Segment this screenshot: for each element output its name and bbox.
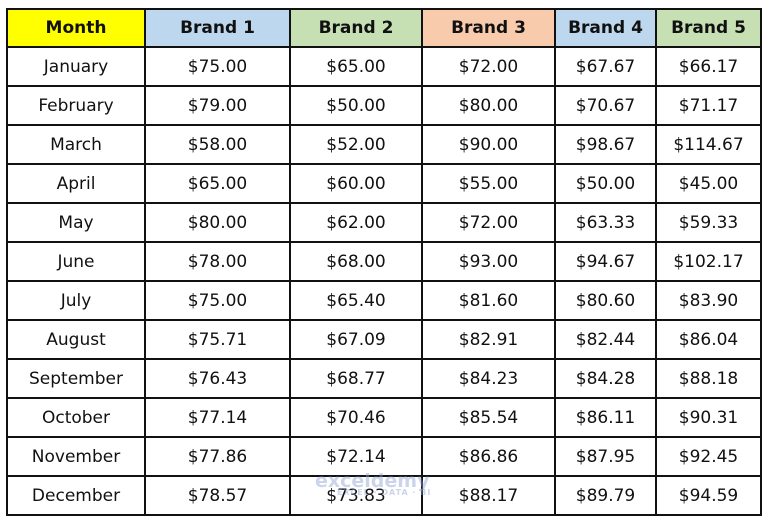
price-cell: $81.60	[421, 280, 556, 321]
month-cell: December	[6, 475, 146, 516]
price-cell: $88.18	[655, 358, 762, 399]
table-row: July $75.00 $65.40 $81.60 $80.60 $83.90	[6, 280, 762, 321]
price-cell: $98.67	[554, 124, 657, 165]
price-cell: $50.00	[289, 85, 423, 126]
header-row: Month Brand 1 Brand 2 Brand 3 Brand 4 Brand 5	[6, 8, 762, 48]
price-cell: $78.57	[144, 475, 291, 516]
price-cell: $75.00	[144, 46, 291, 87]
price-cell: $62.00	[289, 202, 423, 243]
header-brand-3: Brand 3	[421, 8, 556, 48]
month-cell: November	[6, 436, 146, 477]
price-cell: $77.86	[144, 436, 291, 477]
price-cell: $58.00	[144, 124, 291, 165]
price-cell: $94.59	[655, 475, 762, 516]
price-cell: $66.17	[655, 46, 762, 87]
table-row: October $77.14 $70.46 $85.54 $86.11 $90.31	[6, 397, 762, 438]
price-cell: $72.14	[289, 436, 423, 477]
month-cell: June	[6, 241, 146, 282]
price-cell: $77.14	[144, 397, 291, 438]
price-cell: $90.31	[655, 397, 762, 438]
month-cell: March	[6, 124, 146, 165]
price-cell: $70.67	[554, 85, 657, 126]
month-cell: May	[6, 202, 146, 243]
price-cell: $82.44	[554, 319, 657, 360]
price-cell: $72.00	[421, 46, 556, 87]
price-cell: $73.83	[289, 475, 423, 516]
price-cell: $88.17	[421, 475, 556, 516]
price-cell: $55.00	[421, 163, 556, 204]
price-cell: $78.00	[144, 241, 291, 282]
price-cell: $67.09	[289, 319, 423, 360]
month-cell: September	[6, 358, 146, 399]
price-cell: $82.91	[421, 319, 556, 360]
price-cell: $89.79	[554, 475, 657, 516]
price-cell: $94.67	[554, 241, 657, 282]
price-cell: $86.04	[655, 319, 762, 360]
price-cell: $86.86	[421, 436, 556, 477]
price-cell: $92.45	[655, 436, 762, 477]
header-brand-5: Brand 5	[655, 8, 762, 48]
price-cell: $60.00	[289, 163, 423, 204]
price-cell: $45.00	[655, 163, 762, 204]
table-row: April $65.00 $60.00 $55.00 $50.00 $45.00	[6, 163, 762, 204]
table-row: June $78.00 $68.00 $93.00 $94.67 $102.17	[6, 241, 762, 282]
header-brand-4: Brand 4	[554, 8, 657, 48]
price-cell: $102.17	[655, 241, 762, 282]
price-cell: $84.23	[421, 358, 556, 399]
table-row: August $75.71 $67.09 $82.91 $82.44 $86.04	[6, 319, 762, 360]
price-cell: $68.77	[289, 358, 423, 399]
header-brand-1: Brand 1	[144, 8, 291, 48]
price-cell: $65.00	[289, 46, 423, 87]
price-cell: $84.28	[554, 358, 657, 399]
price-cell: $65.40	[289, 280, 423, 321]
table-row: December $78.57 $73.83 $88.17 $89.79 $94.59	[6, 475, 762, 516]
price-cell: $72.00	[421, 202, 556, 243]
table-row: February $79.00 $50.00 $80.00 $70.67 $71.17	[6, 85, 762, 126]
month-cell: April	[6, 163, 146, 204]
price-cell: $59.33	[655, 202, 762, 243]
price-cell: $80.00	[421, 85, 556, 126]
price-cell: $79.00	[144, 85, 291, 126]
price-cell: $50.00	[554, 163, 657, 204]
month-cell: February	[6, 85, 146, 126]
price-cell: $80.60	[554, 280, 657, 321]
table-row: September $76.43 $68.77 $84.23 $84.28 $88.18	[6, 358, 762, 399]
price-cell: $75.71	[144, 319, 291, 360]
table-row: May $80.00 $62.00 $72.00 $63.33 $59.33	[6, 202, 762, 243]
table-row: March $58.00 $52.00 $90.00 $98.67 $114.67	[6, 124, 762, 165]
price-cell: $90.00	[421, 124, 556, 165]
price-cell: $52.00	[289, 124, 423, 165]
table-row: November $77.86 $72.14 $86.86 $87.95 $92.45	[6, 436, 762, 477]
price-cell: $71.17	[655, 85, 762, 126]
price-cell: $85.54	[421, 397, 556, 438]
price-cell: $76.43	[144, 358, 291, 399]
price-cell: $63.33	[554, 202, 657, 243]
header-month: Month	[6, 8, 146, 48]
price-cell: $87.95	[554, 436, 657, 477]
price-cell: $83.90	[655, 280, 762, 321]
price-cell: $67.67	[554, 46, 657, 87]
price-cell: $86.11	[554, 397, 657, 438]
price-cell: $65.00	[144, 163, 291, 204]
price-cell: $75.00	[144, 280, 291, 321]
price-cell: $70.46	[289, 397, 423, 438]
month-cell: August	[6, 319, 146, 360]
price-cell: $93.00	[421, 241, 556, 282]
price-cell: $80.00	[144, 202, 291, 243]
price-cell: $68.00	[289, 241, 423, 282]
table-row: January $75.00 $65.00 $72.00 $67.67 $66.17	[6, 46, 762, 87]
month-cell: July	[6, 280, 146, 321]
header-brand-2: Brand 2	[289, 8, 423, 48]
month-cell: October	[6, 397, 146, 438]
month-cell: January	[6, 46, 146, 87]
price-cell: $114.67	[655, 124, 762, 165]
brand-price-table: Month Brand 1 Brand 2 Brand 3 Brand 4 Brand 5…	[6, 8, 762, 516]
